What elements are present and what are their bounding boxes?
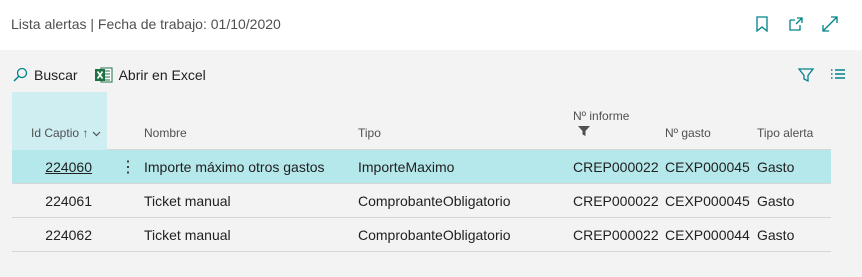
open-in-excel-label: Abrir en Excel: [118, 67, 206, 83]
expand-icon[interactable]: [820, 14, 840, 34]
chevron-down-icon[interactable]: [92, 130, 101, 138]
open-in-excel-button[interactable]: Abrir en Excel: [94, 67, 206, 83]
open-in-new-window-icon[interactable]: [786, 14, 806, 34]
n-gasto-cell: CEXP000044: [665, 227, 750, 243]
id-captio-cell[interactable]: 224061: [24, 193, 92, 209]
table-header-row: Id Captio ↑ Nombre Tipo Nº informe Nº ga…: [12, 92, 831, 150]
column-header-nombre[interactable]: Nombre: [144, 126, 187, 140]
n-gasto-cell: CEXP000045: [665, 159, 750, 175]
column-header-id-label: Id Captio: [31, 126, 80, 140]
alerts-table: Id Captio ↑ Nombre Tipo Nº informe Nº ga…: [12, 92, 831, 252]
page-header: Lista alertas | Fecha de trabajo: 01/10/…: [0, 0, 862, 50]
table-row[interactable]: 224061 Ticket manual ComprobanteObligato…: [12, 184, 831, 218]
toolbar-right-actions: [797, 66, 847, 84]
n-informe-cell: CREP000022: [573, 227, 659, 243]
row-actions-menu-icon[interactable]: ⋮: [120, 157, 136, 177]
search-button[interactable]: Buscar: [12, 67, 78, 83]
sorted-column-highlight: [12, 92, 107, 150]
tipo-cell: ComprobanteObligatorio: [358, 227, 511, 243]
list-view-icon[interactable]: [829, 66, 847, 84]
filter-icon[interactable]: [797, 66, 815, 84]
tipo-alerta-cell: Gasto: [757, 159, 795, 175]
header-actions: [752, 14, 840, 34]
n-informe-cell: CREP000022: [573, 159, 659, 175]
n-informe-cell: CREP000022: [573, 193, 659, 209]
column-header-tipo-alerta[interactable]: Tipo alerta: [757, 126, 813, 140]
nombre-cell: Ticket manual: [144, 193, 231, 209]
column-header-id-captio[interactable]: Id Captio ↑: [31, 126, 101, 140]
table-row[interactable]: 224062 Ticket manual ComprobanteObligato…: [12, 218, 831, 252]
tipo-cell: ComprobanteObligatorio: [358, 193, 511, 209]
column-filter-icon: [578, 126, 590, 136]
nombre-cell: Ticket manual: [144, 227, 231, 243]
search-label: Buscar: [34, 67, 78, 83]
id-captio-cell[interactable]: 224060: [24, 159, 92, 175]
search-icon: [13, 67, 28, 82]
nombre-cell: Importe máximo otros gastos: [144, 159, 325, 175]
id-captio-cell[interactable]: 224062: [24, 227, 92, 243]
bookmark-icon[interactable]: [752, 14, 772, 34]
table-row[interactable]: 224060 ⋮ Importe máximo otros gastos Imp…: [12, 150, 831, 184]
tipo-alerta-cell: Gasto: [757, 193, 795, 209]
column-header-tipo[interactable]: Tipo: [358, 126, 381, 140]
tipo-alerta-cell: Gasto: [757, 227, 795, 243]
excel-icon: [94, 67, 113, 83]
sort-ascending-icon: ↑: [82, 126, 89, 140]
page-title: Lista alertas | Fecha de trabajo: 01/10/…: [11, 16, 281, 32]
tipo-cell: ImporteMaximo: [358, 159, 455, 175]
n-gasto-cell: CEXP000045: [665, 193, 750, 209]
action-bar: Buscar Abrir en Excel: [12, 63, 847, 87]
column-header-n-informe[interactable]: Nº informe: [573, 109, 629, 123]
list-page-content: Buscar Abrir en Excel Id Captio ↑ Nombre…: [0, 50, 862, 277]
column-header-n-gasto[interactable]: Nº gasto: [665, 126, 711, 140]
